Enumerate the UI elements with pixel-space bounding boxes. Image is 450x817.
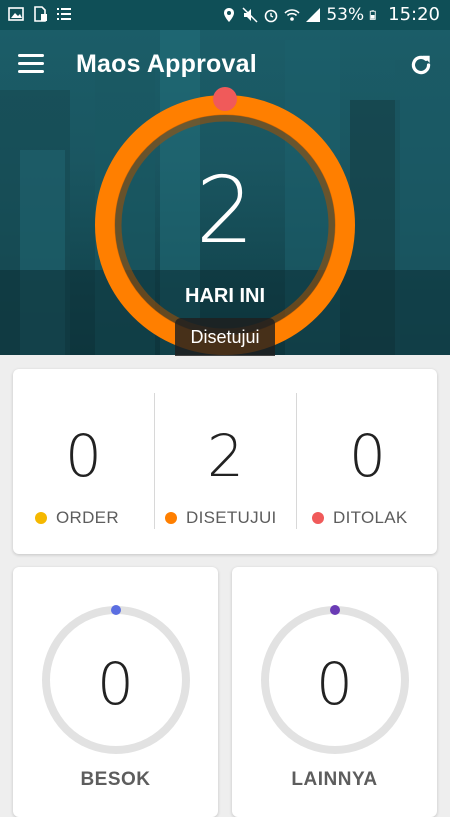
tomorrow-ring-marker xyxy=(111,605,121,615)
battery-percentage: 53% xyxy=(326,4,365,25)
mute-icon xyxy=(242,6,258,23)
system-status: 53% 15:20 xyxy=(221,4,440,25)
alarm-icon xyxy=(265,9,278,22)
stat-rejected[interactable]: 0 DITOLAK xyxy=(297,369,438,554)
others-ring-marker xyxy=(330,605,340,615)
tomorrow-label: BESOK xyxy=(80,769,151,790)
today-caption: HARI INI xyxy=(185,285,265,307)
status-bar: 53% 15:20 xyxy=(0,0,450,30)
rejected-count: 0 xyxy=(349,422,386,490)
hamburger-menu-icon[interactable] xyxy=(18,54,44,76)
approved-tooltip: Disetujui xyxy=(175,318,275,356)
order-count: 0 xyxy=(65,422,102,490)
app-title: Maos Approval xyxy=(76,50,257,78)
today-progress-ring: 2 HARI INI xyxy=(87,87,363,355)
location-icon xyxy=(224,7,235,22)
approved-legend: DISETUJUI xyxy=(165,508,277,528)
approved-label: DISETUJUI xyxy=(186,508,277,527)
tomorrow-count: 0 xyxy=(97,650,134,718)
order-legend: ORDER xyxy=(35,508,119,528)
clock: 15:20 xyxy=(388,4,440,25)
others-count: 0 xyxy=(316,650,353,718)
approved-count: 2 xyxy=(207,422,244,490)
image-notification-icon xyxy=(8,7,24,21)
stat-approved[interactable]: 2 DISETUJUI xyxy=(155,369,296,554)
approved-dot-icon xyxy=(165,512,177,524)
notification-icons xyxy=(8,6,72,22)
signal-icon xyxy=(306,7,321,22)
list-notification-icon xyxy=(57,8,71,20)
stat-order[interactable]: 0 ORDER xyxy=(13,369,154,554)
order-label: ORDER xyxy=(56,508,119,527)
tomorrow-card[interactable]: 0 BESOK xyxy=(13,567,218,817)
order-dot-icon xyxy=(35,512,47,524)
others-card[interactable]: 0 LAINNYA xyxy=(232,567,437,817)
rejected-legend: DITOLAK xyxy=(312,508,408,528)
today-hero: Maos Approval 2 HARI INI xyxy=(0,30,450,355)
rejected-dot-icon xyxy=(312,512,324,524)
today-ring-marker xyxy=(213,87,237,111)
battery-icon xyxy=(369,9,376,20)
refresh-icon[interactable] xyxy=(408,52,434,78)
summary-card: 0 ORDER 2 DISETUJUI 0 DITOLAK xyxy=(13,369,437,554)
document-notification-icon xyxy=(34,6,47,22)
rejected-label: DITOLAK xyxy=(333,508,408,527)
today-count: 2 xyxy=(195,157,255,264)
wifi-icon xyxy=(284,8,300,21)
others-label: LAINNYA xyxy=(291,769,378,790)
